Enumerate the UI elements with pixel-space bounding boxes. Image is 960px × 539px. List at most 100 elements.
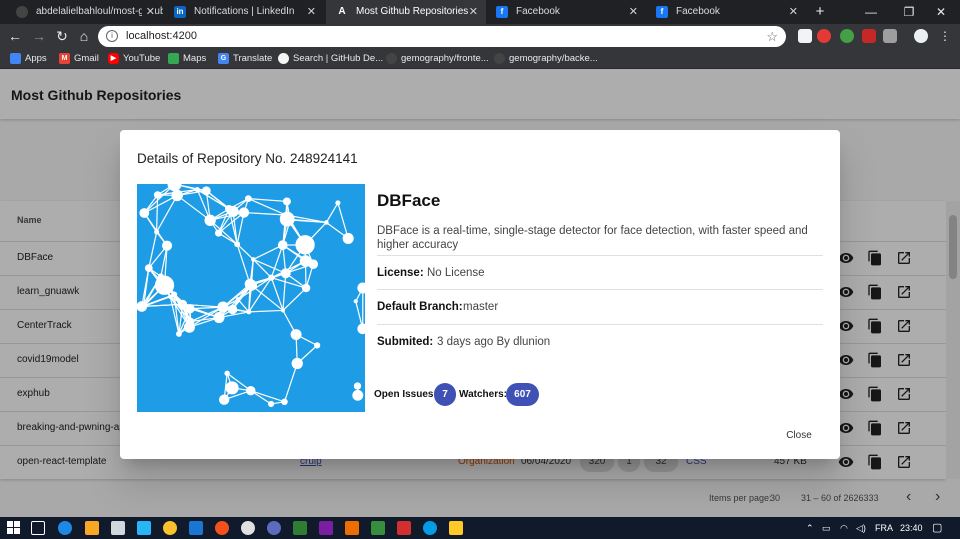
notification-icon[interactable]: ▢ [932, 517, 942, 539]
network-node [194, 186, 200, 193]
network-graph-image [137, 184, 365, 408]
submitted-row: Submited: 3 days ago By dlunion [377, 324, 823, 358]
network-node [238, 207, 250, 218]
network-node [178, 299, 188, 309]
address-bar[interactable]: i localhost:4200 ☆ [98, 26, 786, 47]
network-node [251, 257, 256, 262]
volume-icon[interactable]: ◁) [856, 517, 866, 539]
network-node [234, 241, 241, 248]
license-row: License: No License [377, 255, 823, 289]
file-explorer-icon[interactable] [85, 521, 99, 535]
back-arrow-icon[interactable]: ← [6, 27, 24, 45]
network-node [299, 255, 312, 267]
network-node [291, 357, 303, 370]
edge-icon[interactable] [58, 521, 72, 535]
network-node [154, 275, 175, 295]
windows-start-icon[interactable] [7, 521, 21, 535]
network-node [158, 273, 164, 280]
network-node [335, 200, 341, 206]
reload-icon[interactable]: ↻ [53, 27, 71, 45]
app-icon[interactable] [449, 521, 463, 535]
close-icon[interactable]: ✕ [469, 0, 478, 24]
network-node [140, 303, 147, 310]
visual-studio-icon[interactable] [319, 521, 333, 535]
network-node [227, 205, 239, 218]
windows-taskbar: ⌃ ▭ ◠ ◁) FRA 23:40 ▢ [0, 517, 960, 539]
minimize-button[interactable]: — [852, 0, 890, 24]
clock[interactable]: 23:40 [900, 517, 923, 539]
network-node [204, 214, 216, 227]
tray-chevron-icon[interactable]: ⌃ [806, 517, 814, 539]
tab-title: Notifications | LinkedIn [194, 6, 295, 17]
browser-tab-most-github[interactable]: A Most Github Repositories ✕ [326, 0, 486, 24]
vscode-icon[interactable] [189, 521, 203, 535]
github-icon [386, 53, 397, 64]
chrome-icon[interactable] [163, 521, 177, 535]
new-tab-button[interactable]: + [812, 0, 828, 24]
bookmark-github-search[interactable]: Search | GitHub De... [278, 49, 383, 69]
extension-icon[interactable] [817, 29, 831, 43]
close-icon[interactable]: ✕ [789, 0, 798, 24]
bookmark-label: gemography/backe... [509, 53, 598, 64]
avatar[interactable] [914, 29, 928, 43]
extension-icon[interactable] [840, 29, 854, 43]
bookmark-backend[interactable]: gemography/backe... [494, 49, 598, 69]
app-icon[interactable] [293, 521, 307, 535]
app-icon[interactable] [215, 521, 229, 535]
close-icon[interactable]: ✕ [141, 0, 155, 24]
license-value: No License [427, 267, 485, 279]
bookmark-label: gemography/fronte... [401, 53, 489, 64]
app-icon[interactable] [267, 521, 281, 535]
wifi-icon[interactable]: ◠ [840, 517, 848, 539]
network-edge [283, 363, 298, 402]
info-icon[interactable]: i [106, 30, 118, 42]
network-edge [325, 202, 339, 223]
browser-tab-facebook-2[interactable]: f Facebook ✕ [646, 0, 806, 24]
close-button[interactable]: Close [776, 424, 822, 448]
network-icon[interactable]: ▭ [822, 517, 831, 539]
language-indicator[interactable]: FRA [875, 517, 893, 539]
skype-icon[interactable] [423, 521, 437, 535]
network-node [282, 197, 291, 206]
extension-icon[interactable] [862, 29, 876, 43]
forward-arrow-icon[interactable]: → [30, 27, 48, 45]
bookmark-translate[interactable]: G Translate [218, 49, 272, 69]
bookmark-gmail[interactable]: M Gmail [59, 49, 99, 69]
network-node [217, 301, 229, 313]
filezilla-icon[interactable] [397, 521, 411, 535]
browser-tab-linkedin[interactable]: in Notifications | LinkedIn ✕ [164, 0, 324, 24]
bookmark-apps[interactable]: Apps [10, 49, 47, 69]
linkedin-icon: in [174, 6, 186, 18]
bookmark-star-icon[interactable]: ☆ [766, 26, 778, 47]
app-icon[interactable] [345, 521, 359, 535]
address-url: localhost:4200 [126, 30, 197, 42]
network-node [352, 389, 364, 401]
store-icon[interactable] [111, 521, 125, 535]
browser-tab-facebook-1[interactable]: f Facebook ✕ [486, 0, 646, 24]
app-icon[interactable] [371, 521, 385, 535]
network-edge [253, 258, 286, 274]
bookmark-frontend[interactable]: gemography/fronte... [386, 49, 489, 69]
extension-icon[interactable] [883, 29, 897, 43]
home-icon[interactable]: ⌂ [75, 27, 93, 45]
extension-icon[interactable] [798, 29, 812, 43]
network-node [268, 400, 275, 408]
submitted-value: 3 days ago By dlunion [437, 336, 551, 348]
app-icon[interactable] [241, 521, 255, 535]
network-node [213, 312, 225, 324]
repository-avatar-image [137, 184, 365, 412]
branch-value: master [463, 301, 499, 313]
close-icon[interactable]: ✕ [629, 0, 638, 24]
bookmark-youtube[interactable]: ▶ YouTube [108, 49, 160, 69]
network-node [246, 309, 252, 315]
mail-icon[interactable] [137, 521, 151, 535]
browser-tab-github[interactable]: abdelalielbahloul/most-github ✕ [6, 0, 163, 24]
bookmark-maps[interactable]: Maps [168, 49, 206, 69]
network-node [277, 240, 288, 250]
close-icon[interactable]: ✕ [307, 0, 316, 24]
window-close-button[interactable]: ✕ [922, 0, 960, 24]
menu-kebab-icon[interactable]: ⋮ [936, 27, 954, 45]
network-node [357, 323, 365, 335]
network-node [161, 240, 173, 251]
task-view-icon[interactable] [31, 521, 45, 535]
